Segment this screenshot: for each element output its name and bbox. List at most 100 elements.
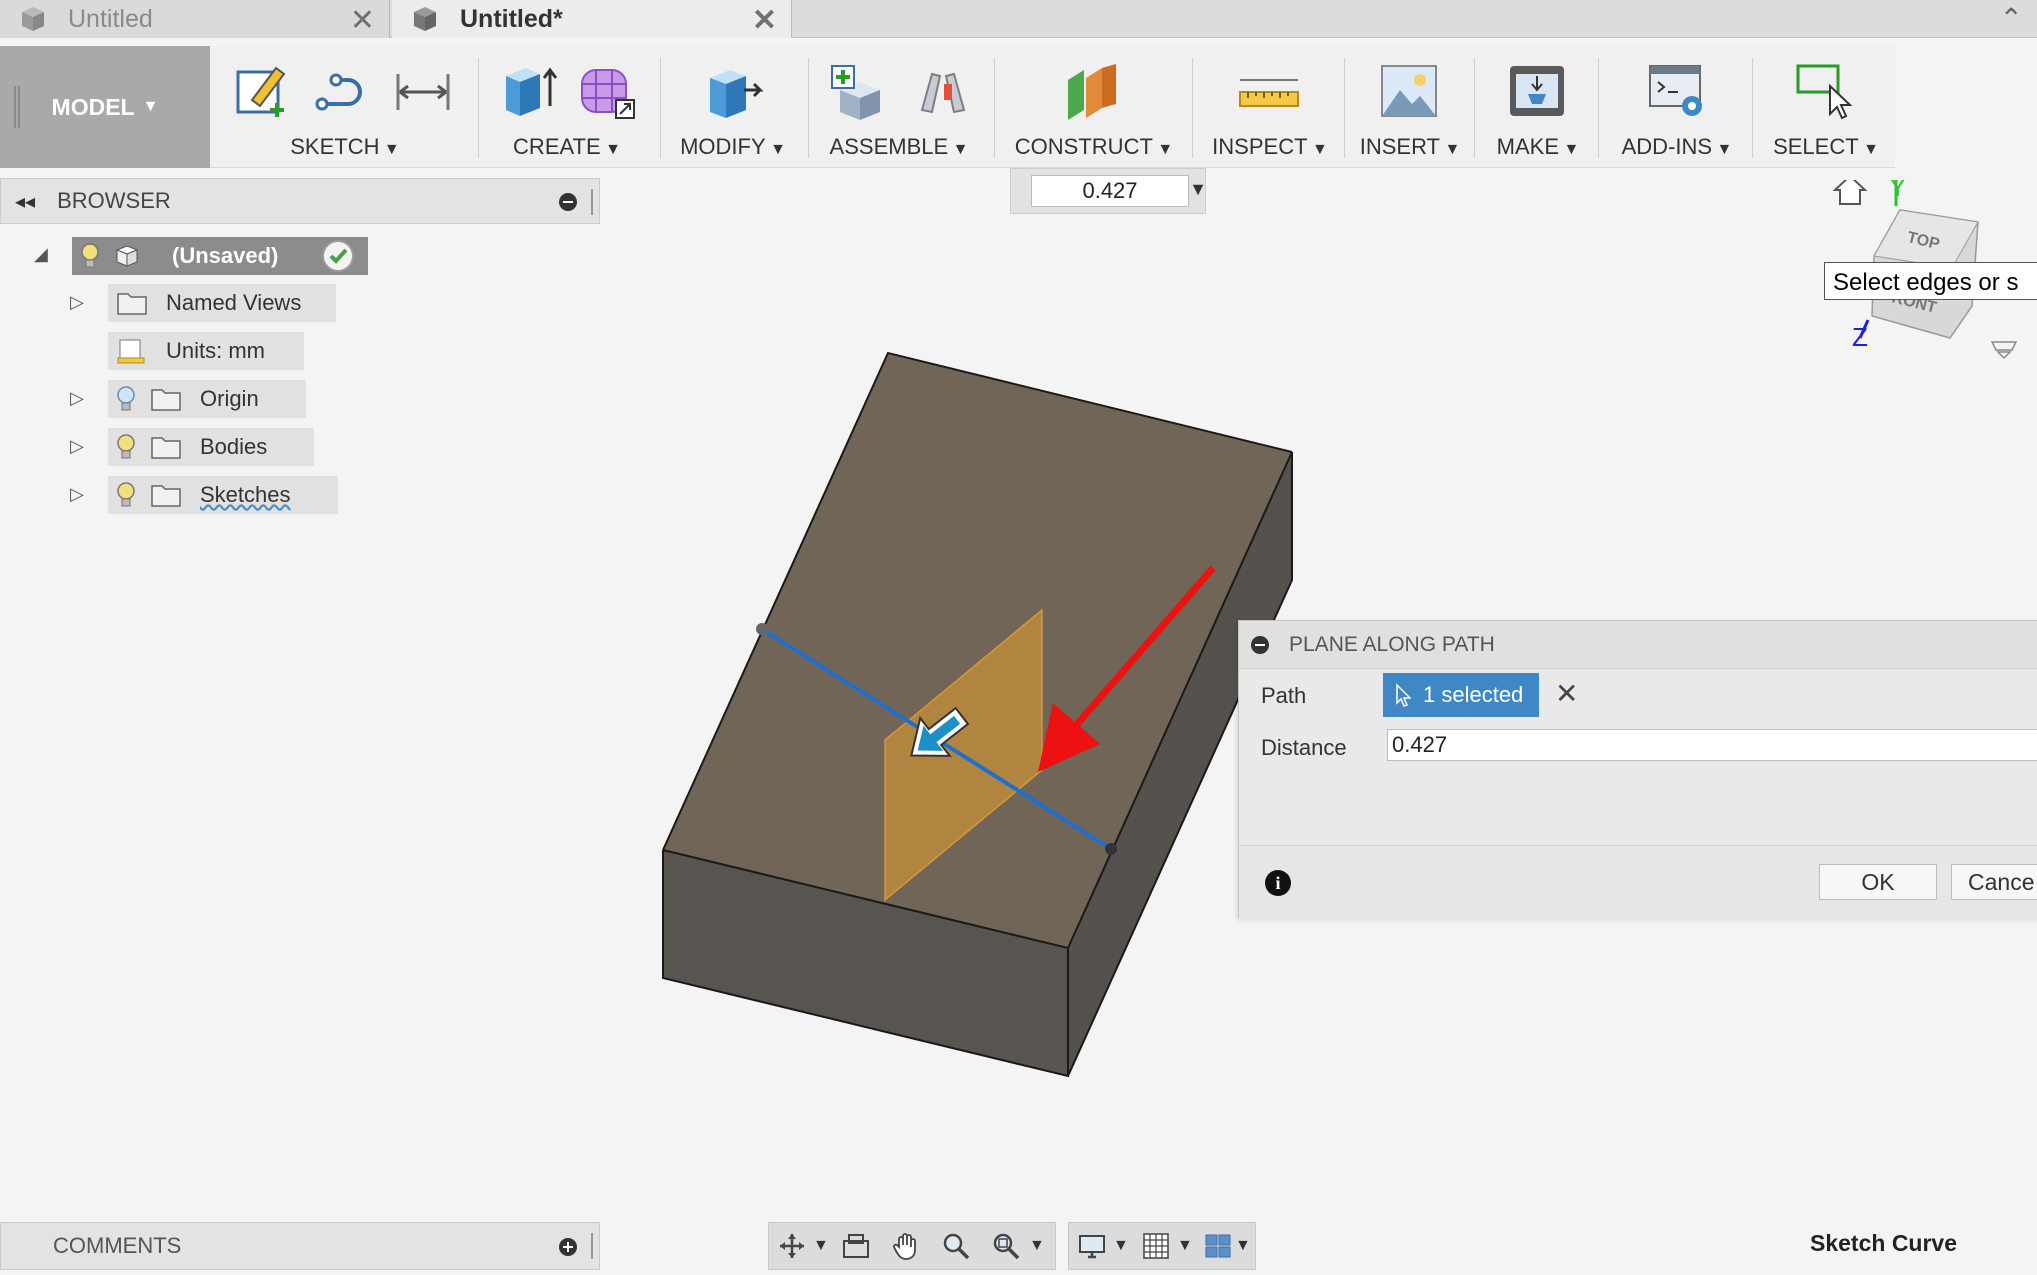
new-component-icon[interactable] <box>826 60 888 122</box>
folder-icon <box>151 389 181 411</box>
visibility-bulb-icon[interactable] <box>116 481 136 509</box>
collapse-toolbar-icon[interactable]: ⌃ <box>2000 2 2023 35</box>
expand-triangle-icon[interactable]: ◢ <box>34 244 48 265</box>
cancel-button[interactable]: Cance <box>1951 864 2037 900</box>
line-sketch-icon[interactable] <box>312 60 374 122</box>
display-settings-toolbar: ▼ ▼ ▼ <box>1068 1222 1256 1270</box>
press-pull-icon[interactable] <box>702 60 764 122</box>
measure-icon[interactable] <box>1238 60 1300 122</box>
chevron-down-icon[interactable]: ▼ <box>1235 1237 1251 1255</box>
collapse-dialog-icon[interactable] <box>1251 635 1269 654</box>
toolbar-divider <box>1192 58 1193 158</box>
browser-title: BROWSER <box>57 188 171 213</box>
zoom-window-icon[interactable] <box>991 1231 1021 1261</box>
path-selection-chip[interactable]: 1 selected <box>1383 673 1539 717</box>
insert-image-icon[interactable] <box>1378 60 1440 122</box>
toolbar-group-label: INSPECT <box>1200 134 1340 160</box>
z-axis-label: Z <box>1852 322 1868 352</box>
create-sketch-icon[interactable] <box>230 60 292 122</box>
chevron-down-icon[interactable]: ▼ <box>1029 1237 1045 1255</box>
toolbar-divider <box>660 58 661 158</box>
extrude-icon[interactable] <box>496 60 558 122</box>
pan-hand-icon[interactable] <box>891 1231 921 1261</box>
visibility-bulb-icon[interactable] <box>80 242 100 270</box>
expand-triangle-icon[interactable]: ▷ <box>70 388 84 409</box>
zoom-icon[interactable] <box>941 1231 971 1261</box>
view-cube-menu-icon[interactable] <box>1990 341 2018 360</box>
path-endpoint <box>1105 843 1117 855</box>
folder-icon <box>151 485 181 507</box>
box-top-face[interactable] <box>663 353 1292 948</box>
expand-triangle-icon[interactable]: ▷ <box>70 292 84 313</box>
chevron-down-icon[interactable]: ▼ <box>1113 1237 1129 1255</box>
folder-icon <box>151 437 181 459</box>
expand-triangle-icon[interactable]: ▷ <box>70 484 84 505</box>
chevron-down-icon[interactable]: ▼ <box>813 1237 829 1255</box>
toolbar-group-label: MODIFY <box>668 134 798 160</box>
distance-field[interactable] <box>1387 729 2037 761</box>
select-window-icon[interactable] <box>1794 60 1856 122</box>
toolbar-divider <box>478 58 479 158</box>
toolbar-group-sketch[interactable]: SKETCH <box>222 46 468 168</box>
browser-panel-header: ◂◂ BROWSER <box>0 178 600 224</box>
orbit-icon[interactable] <box>777 1231 807 1261</box>
tab-label: Untitled <box>68 4 153 33</box>
browser-node-origin[interactable]: Origin <box>108 380 306 418</box>
toolbar-divider <box>1344 58 1345 158</box>
comments-panel-header[interactable]: COMMENTS <box>0 1222 600 1270</box>
browser-node-units[interactable]: Units: mm <box>108 332 304 370</box>
toolbar-group-construct[interactable]: CONSTRUCT <box>1002 46 1186 168</box>
browser-node-bodies[interactable]: Bodies <box>108 428 314 466</box>
browser-node-sketches[interactable]: Sketches <box>108 476 338 514</box>
joint-icon[interactable] <box>910 60 972 122</box>
document-tab-untitled-active[interactable]: Untitled* ✕ <box>392 0 792 38</box>
visibility-bulb-icon[interactable] <box>116 433 136 461</box>
tab-label: Untitled* <box>460 4 563 33</box>
browser-node-label: Sketches <box>200 482 291 507</box>
clear-selection-icon[interactable]: ✕ <box>1555 677 1578 710</box>
viewports-icon[interactable] <box>1203 1231 1233 1261</box>
toolbar-group-select[interactable]: SELECT <box>1760 46 1892 168</box>
toolbar-divider <box>808 58 809 158</box>
panel-resize-grip[interactable] <box>591 1233 593 1259</box>
home-view-icon[interactable] <box>1832 180 1868 205</box>
toolbar-group-label: ADD-INS <box>1606 134 1748 160</box>
close-tab-icon[interactable]: ✕ <box>350 3 375 38</box>
checkmark-icon <box>329 248 348 264</box>
scripts-add-ins-icon[interactable] <box>1646 60 1708 122</box>
document-tab-untitled[interactable]: Untitled ✕ <box>0 0 390 38</box>
toolbar-group-inspect[interactable]: INSPECT <box>1200 46 1340 168</box>
activate-component-icon[interactable] <box>322 240 354 272</box>
toolbar-group-create[interactable]: CREATE <box>486 46 648 168</box>
expand-triangle-icon[interactable]: ▷ <box>70 436 84 457</box>
form-icon[interactable] <box>576 60 638 122</box>
workspace-switcher-button[interactable]: MODEL ▼ <box>0 46 210 168</box>
close-tab-icon[interactable]: ✕ <box>752 3 777 38</box>
toolbar-group-label: SELECT <box>1760 134 1892 160</box>
browser-node-label: Named Views <box>166 290 302 315</box>
navigation-toolbar: ▼ ▼ <box>768 1222 1056 1270</box>
toolbar-group-modify[interactable]: MODIFY <box>668 46 798 168</box>
grid-settings-icon[interactable] <box>1141 1231 1171 1261</box>
display-settings-icon[interactable] <box>1077 1231 1107 1261</box>
browser-node-label: Bodies <box>200 434 268 459</box>
chevron-down-icon[interactable]: ▼ <box>1177 1237 1193 1255</box>
expand-panel-icon[interactable] <box>559 1238 577 1256</box>
info-icon[interactable]: i <box>1265 870 1291 896</box>
toolbar-group-add-ins[interactable]: ADD-INS <box>1606 46 1748 168</box>
panel-resize-grip[interactable] <box>591 189 593 215</box>
toolbar-group-insert[interactable]: INSERT <box>1352 46 1468 168</box>
browser-node-named-views[interactable]: Named Views <box>108 284 336 322</box>
ok-button[interactable]: OK <box>1819 864 1937 900</box>
offset-plane-icon[interactable] <box>1062 60 1124 122</box>
toolbar-group-make[interactable]: MAKE <box>1482 46 1594 168</box>
minimize-panel-icon[interactable] <box>559 193 577 211</box>
3d-print-icon[interactable] <box>1506 60 1568 122</box>
dialog-header[interactable]: PLANE ALONG PATH <box>1239 621 2037 669</box>
sketch-dimension-icon[interactable] <box>392 60 454 122</box>
collapse-panel-icon[interactable]: ◂◂ <box>15 189 35 214</box>
units-ruler-icon <box>117 339 145 364</box>
toolbar-group-assemble[interactable]: ASSEMBLE <box>816 46 982 168</box>
look-at-icon[interactable] <box>841 1231 871 1261</box>
visibility-bulb-off-icon[interactable] <box>116 385 136 413</box>
